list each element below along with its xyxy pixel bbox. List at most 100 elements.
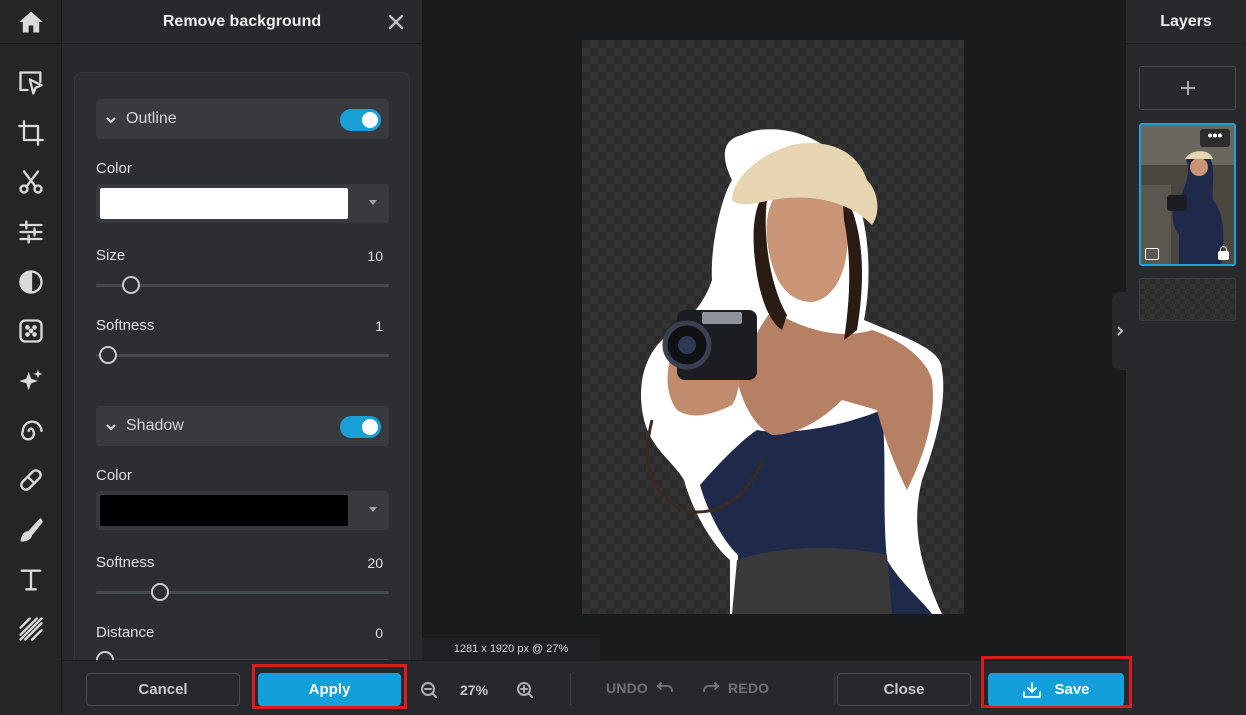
panel-title: Remove background — [162, 12, 322, 30]
layers-panel: Layers ••• — [1126, 0, 1246, 715]
cancel-button[interactable]: Cancel — [86, 673, 240, 706]
plus-icon — [1180, 81, 1195, 95]
outline-color-swatch[interactable] — [100, 188, 348, 219]
outline-section-header[interactable]: Outline — [96, 99, 389, 139]
crop-tool[interactable] — [0, 108, 61, 158]
effects-tool[interactable] — [0, 306, 61, 356]
zoom-in-button[interactable] — [516, 680, 534, 700]
outline-size-value: 10 — [367, 248, 383, 264]
zoom-out-icon — [421, 682, 437, 698]
canvas-area[interactable]: 1281 x 1920 px @ 27% — [422, 0, 1126, 660]
text-icon — [20, 569, 41, 591]
shadow-color-picker[interactable] — [96, 491, 389, 530]
photo-editor: Remove background Outline Color Size 10 — [0, 0, 1246, 715]
panel-header: Remove background — [62, 0, 422, 44]
outline-softness-label: Softness — [96, 317, 155, 334]
dropdown-arrow-icon[interactable] — [369, 507, 377, 512]
zoom-out-button[interactable] — [420, 680, 438, 700]
image-size-info: 1281 x 1920 px @ 27% — [422, 638, 600, 660]
image-canvas[interactable] — [582, 40, 964, 614]
pattern-tool[interactable] — [0, 605, 61, 655]
text-tool[interactable] — [0, 555, 61, 605]
settings-card: Outline Color Size 10 Softness 1 Shadow … — [74, 72, 410, 672]
shadow-distance-value: 0 — [375, 625, 383, 641]
adjust-tool[interactable] — [0, 207, 61, 257]
slider-track — [96, 354, 389, 357]
slider-thumb[interactable] — [122, 276, 141, 294]
slider-thumb[interactable] — [98, 346, 117, 364]
tool-rail — [0, 0, 62, 715]
magic-icon — [18, 369, 43, 391]
pattern-icon — [18, 617, 43, 642]
undo-label: UNDO — [606, 680, 649, 696]
layer-item-photo[interactable]: ••• — [1139, 123, 1236, 266]
heal-icon — [19, 469, 42, 492]
lock-icon[interactable] — [1218, 246, 1229, 260]
close-button[interactable]: Close — [837, 673, 971, 706]
brush-tool[interactable] — [0, 505, 61, 555]
outline-color-picker[interactable] — [96, 184, 389, 223]
liquify-tool[interactable] — [0, 406, 61, 456]
select-icon — [18, 71, 43, 95]
chevron-down-icon — [105, 113, 117, 125]
subject-cutout — [641, 129, 944, 614]
undo-button[interactable]: UNDO — [606, 680, 674, 696]
shadow-color-swatch[interactable] — [100, 495, 348, 526]
shadow-softness-label: Softness — [96, 554, 155, 571]
more-options-icon[interactable]: ••• — [1200, 128, 1230, 147]
image-icon — [1145, 248, 1159, 260]
save-label: Save — [1054, 681, 1090, 698]
zoom-level: 27% — [460, 682, 489, 698]
close-icon — [388, 14, 404, 30]
outline-size-slider[interactable] — [96, 276, 389, 294]
close-panel-button[interactable] — [384, 10, 408, 34]
outline-color-label: Color — [96, 160, 132, 177]
undo-icon — [657, 682, 674, 692]
filter-icon — [18, 269, 43, 294]
redo-button[interactable]: REDO — [702, 680, 769, 696]
outline-label: Outline — [126, 110, 177, 127]
effects-icon — [18, 319, 43, 343]
shadow-color-label: Color — [96, 467, 132, 484]
shadow-section-header[interactable]: Shadow — [96, 406, 389, 446]
remove-background-panel: Remove background Outline Color Size 10 — [62, 0, 422, 672]
magic-tool[interactable] — [0, 356, 61, 406]
outline-toggle[interactable] — [340, 109, 381, 131]
shadow-softness-value: 20 — [367, 555, 383, 571]
dropdown-arrow-icon[interactable] — [369, 200, 377, 205]
divider — [570, 673, 571, 705]
collapse-layers-button[interactable] — [1112, 292, 1128, 370]
home-button[interactable] — [0, 0, 61, 44]
shadow-distance-label: Distance — [96, 624, 155, 641]
select-tool[interactable] — [0, 58, 61, 108]
bottom-toolbar: Cancel Apply 27% UNDO REDO Close Save — [62, 656, 1132, 715]
heal-tool[interactable] — [0, 456, 61, 506]
outline-size-label: Size — [96, 247, 126, 264]
shadow-toggle[interactable] — [340, 416, 381, 438]
layers-title: Layers — [1126, 0, 1246, 44]
zoom-in-icon — [517, 682, 533, 698]
slider-track — [96, 591, 389, 594]
chevron-right-icon — [1117, 326, 1124, 336]
save-button[interactable]: Save — [988, 673, 1124, 706]
apply-button[interactable]: Apply — [258, 673, 401, 706]
cut-tool[interactable] — [0, 157, 61, 207]
layer-item-transparent[interactable] — [1139, 278, 1236, 321]
add-layer-button[interactable] — [1139, 66, 1236, 110]
shadow-softness-slider[interactable] — [96, 583, 389, 601]
brush-icon — [20, 518, 43, 542]
cut-icon — [18, 170, 43, 194]
download-icon — [1022, 681, 1042, 699]
divider — [834, 673, 835, 705]
slider-thumb[interactable] — [151, 583, 170, 601]
liquify-icon — [20, 420, 43, 441]
crop-icon — [17, 119, 44, 146]
redo-label: REDO — [728, 680, 770, 696]
adjust-icon — [18, 220, 43, 244]
redo-icon — [703, 682, 719, 692]
home-icon — [18, 11, 43, 32]
outline-softness-slider[interactable] — [96, 346, 389, 364]
outline-softness-value: 1 — [375, 318, 383, 334]
filter-tool[interactable] — [0, 257, 61, 307]
shadow-label: Shadow — [126, 417, 184, 434]
